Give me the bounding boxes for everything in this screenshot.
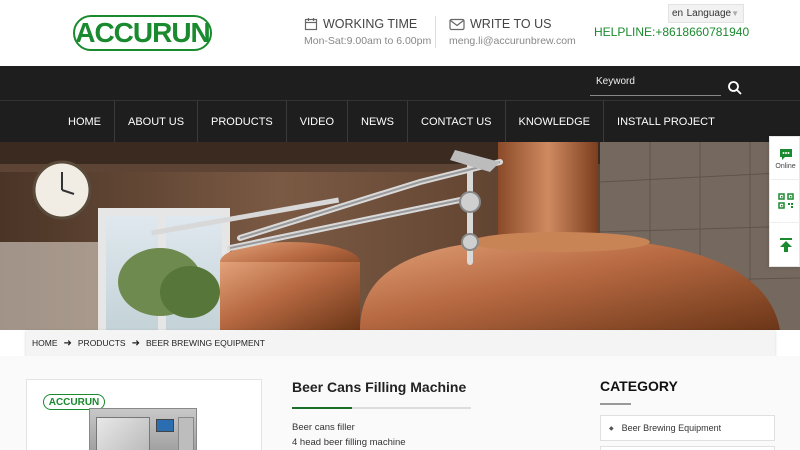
language-label: Language [686,8,732,19]
nav-item-products[interactable]: PRODUCTS [198,101,287,142]
online-label: Online [775,162,796,170]
filling-machine-picture [89,408,197,450]
product-image[interactable]: ACCURUN [26,379,262,450]
language-code: en [672,8,684,19]
arrow-up-icon [779,237,792,252]
category-item-beer-brewing-equipment[interactable]: ◆ Beer Brewing Equipment [600,415,775,441]
site-logo[interactable]: ACCURUN [73,15,212,51]
online-chat-button[interactable]: Online [770,137,800,180]
product-line-2: 4 head beer filling machine [292,437,406,448]
category-underline [600,403,631,405]
breadcrumb-current[interactable]: BEER BREWING EQUIPMENT [146,338,265,348]
calendar-icon [304,18,318,31]
envelope-icon [449,18,465,31]
nav-item-install-project[interactable]: INSTALL PROJECT [604,101,728,142]
search-input[interactable] [596,76,716,87]
product-title: Beer Cans Filling Machine [292,379,467,395]
search-box [590,74,721,96]
title-underline [292,407,471,409]
contact-email[interactable]: meng.li@accurunbrew.com [449,35,576,47]
qr-code-button[interactable] [770,180,800,223]
header-divider [435,16,436,48]
nav-item-home[interactable]: HOME [55,101,115,142]
working-time-title: WORKING TIME [323,17,418,31]
diamond-bullet-icon: ◆ [609,425,614,432]
write-to-us-title: WRITE TO US [470,17,552,31]
nav-menu: HOME ABOUT US PRODUCTS VIDEO NEWS CONTAC… [55,101,728,142]
language-selector[interactable]: en Language ▼ [668,4,744,23]
chat-bubble-icon [779,148,792,160]
breadcrumb-home[interactable]: HOME [32,338,58,348]
nav-item-about-us[interactable]: ABOUT US [115,101,199,142]
breadcrumb: HOME ➜ PRODUCTS ➜ BEER BREWING EQUIPMENT [26,330,775,356]
back-to-top-button[interactable] [770,223,800,266]
product-line-1: Beer cans filler [292,422,355,433]
floating-sidebar: Online [769,136,800,267]
hero-banner [0,142,800,330]
brewery-banner-image [0,142,800,330]
nav-item-news[interactable]: NEWS [348,101,408,142]
arrow-right-icon: ➜ [63,337,72,349]
arrow-right-icon: ➜ [131,337,140,349]
breadcrumb-products[interactable]: PRODUCTS [78,338,126,348]
product-description: Beer cans filler 4 head beer filling mac… [292,420,406,450]
qr-code-icon [777,193,794,209]
logo-text: ACCURUN [75,17,211,48]
site-header: ACCURUN WORKING TIME Mon-Sat:9.00am to 6… [0,0,800,66]
write-to-us-block: WRITE TO US meng.li@accurunbrew.com [449,17,576,47]
main-navigation: HOME ABOUT US PRODUCTS VIDEO NEWS CONTAC… [0,66,800,142]
search-icon[interactable] [727,80,743,96]
helpline: HELPLINE:+8618660781940 [594,25,750,39]
category-title: CATEGORY [600,378,678,394]
working-time-block: WORKING TIME Mon-Sat:9.00am to 6.00pm [304,17,431,47]
chevron-down-icon: ▼ [731,9,739,18]
nav-item-video[interactable]: VIDEO [287,101,348,142]
category-item-next[interactable] [600,446,775,450]
working-hours: Mon-Sat:9.00am to 6.00pm [304,35,432,47]
nav-item-contact-us[interactable]: CONTACT US [408,101,506,142]
category-item-label: Beer Brewing Equipment [621,423,722,433]
nav-item-knowledge[interactable]: KNOWLEDGE [506,101,605,142]
